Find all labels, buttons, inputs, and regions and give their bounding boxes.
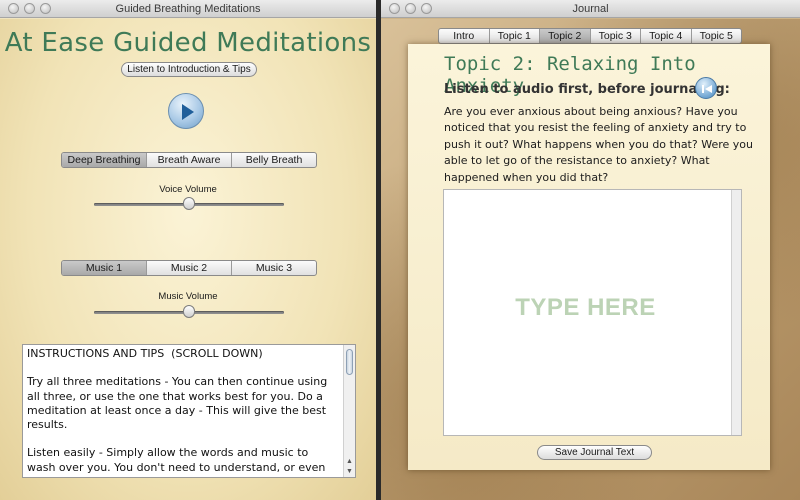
breath-mode-aware[interactable]: Breath Aware	[147, 153, 232, 167]
play-button[interactable]	[168, 93, 204, 129]
music-option-1[interactable]: Music 1	[62, 261, 147, 275]
minimize-window-icon[interactable]	[24, 3, 35, 14]
tab-intro[interactable]: Intro	[439, 29, 490, 43]
music-selector: Music 1 Music 2 Music 3	[61, 260, 317, 276]
music-option-2[interactable]: Music 2	[147, 261, 232, 275]
minimize-window-icon[interactable]	[405, 3, 416, 14]
tab-topic-4[interactable]: Topic 4	[641, 29, 692, 43]
close-window-icon[interactable]	[8, 3, 19, 14]
app-title: At Ease Guided Meditations	[4, 28, 372, 58]
skip-back-icon	[702, 85, 712, 93]
instructions-paragraph: Try all three meditations - You can then…	[27, 375, 331, 432]
save-journal-button[interactable]: Save Journal Text	[537, 445, 652, 460]
tab-topic-2[interactable]: Topic 2	[540, 29, 591, 43]
listen-instruction: Listen to audio first, before journaling…	[444, 82, 730, 97]
scroll-down-arrow-icon[interactable]: ▼	[344, 467, 355, 477]
scrollbar-knob[interactable]	[346, 349, 353, 375]
zoom-window-icon[interactable]	[421, 3, 432, 14]
play-icon	[182, 104, 194, 120]
breath-mode-deep[interactable]: Deep Breathing	[62, 153, 147, 167]
instructions-paragraph: Listen easily - Simply allow the words a…	[27, 446, 326, 477]
left-titlebar[interactable]: Guided Breathing Meditations	[0, 0, 376, 18]
right-titlebar[interactable]: Journal	[381, 0, 800, 18]
play-topic-audio-button[interactable]	[695, 77, 717, 99]
window-controls	[8, 3, 51, 14]
breathing-mode-selector: Deep Breathing Breath Aware Belly Breath	[61, 152, 317, 168]
journal-prompt: Are you ever anxious about being anxious…	[444, 105, 753, 184]
tab-topic-5[interactable]: Topic 5	[692, 29, 742, 43]
instructions-text: INSTRUCTIONS AND TIPS (SCROLL DOWN) Try …	[27, 347, 339, 477]
voice-volume-label: Voice Volume	[159, 184, 217, 195]
tab-topic-1[interactable]: Topic 1	[490, 29, 540, 43]
slider-thumb[interactable]	[183, 305, 195, 318]
instructions-heading: INSTRUCTIONS AND TIPS (SCROLL DOWN)	[27, 347, 263, 360]
instructions-scrollbar[interactable]: ▲ ▼	[343, 345, 355, 477]
close-window-icon[interactable]	[389, 3, 400, 14]
music-volume-slider[interactable]	[94, 305, 284, 319]
journal-placeholder: TYPE HERE	[515, 294, 656, 321]
slider-thumb[interactable]	[183, 197, 195, 210]
music-option-3[interactable]: Music 3	[232, 261, 316, 275]
journal-page: Topic 2: Relaxing Into Anxiety Listen to…	[408, 44, 770, 470]
topic-tabs: Intro Topic 1 Topic 2 Topic 3 Topic 4 To…	[438, 28, 742, 44]
instructions-text-area[interactable]: INSTRUCTIONS AND TIPS (SCROLL DOWN) Try …	[22, 344, 356, 478]
journal-text-input[interactable]: TYPE HERE	[443, 189, 742, 436]
voice-volume-slider[interactable]	[94, 197, 284, 211]
left-window-title: Guided Breathing Meditations	[115, 3, 261, 15]
tab-topic-3[interactable]: Topic 3	[591, 29, 641, 43]
zoom-window-icon[interactable]	[40, 3, 51, 14]
music-volume-label: Music Volume	[158, 291, 218, 302]
right-window-title: Journal	[572, 3, 609, 15]
intro-tips-button[interactable]: Listen to Introduction & Tips	[121, 62, 257, 77]
window-controls	[389, 3, 432, 14]
breath-mode-belly[interactable]: Belly Breath	[232, 153, 316, 167]
journal-scrollbar[interactable]	[731, 190, 741, 435]
meditations-window: Guided Breathing Meditations At Ease Gui…	[0, 0, 376, 500]
journal-window: Journal Intro Topic 1 Topic 2 Topic 3 To…	[381, 0, 800, 500]
scroll-up-arrow-icon[interactable]: ▲	[344, 457, 355, 467]
